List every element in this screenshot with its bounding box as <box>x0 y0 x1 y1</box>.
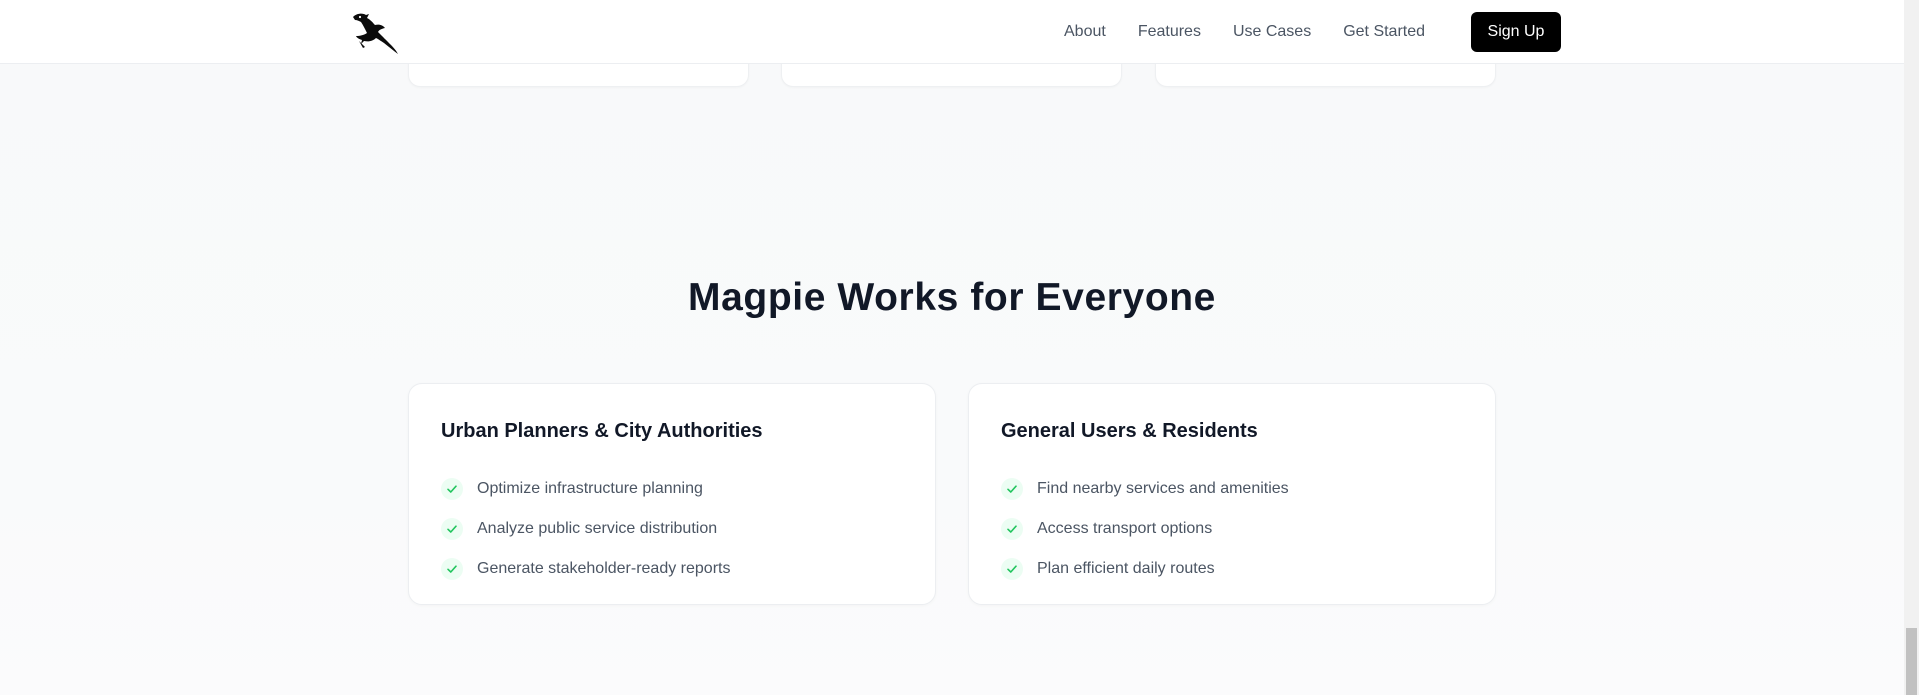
list-item: Find nearby services and amenities <box>1001 469 1289 509</box>
navbar: About Features Use Cases Get Started Sig… <box>0 0 1904 64</box>
audience-card-planners: Urban Planners & City Authorities Optimi… <box>408 383 936 605</box>
list-item-text: Plan efficient daily routes <box>1037 560 1215 577</box>
nav-link-get-started[interactable]: Get Started <box>1343 23 1425 41</box>
list-item-text: Find nearby services and amenities <box>1037 480 1289 497</box>
check-icon <box>1001 558 1023 580</box>
check-icon <box>1001 518 1023 540</box>
check-icon <box>441 518 463 540</box>
card-title: Urban Planners & City Authorities <box>441 420 763 442</box>
nav-link-use-cases[interactable]: Use Cases <box>1233 23 1311 41</box>
nav-links: About Features Use Cases Get Started <box>1064 0 1425 64</box>
list-item: Plan efficient daily routes <box>1001 549 1289 589</box>
scrollbar-thumb[interactable] <box>1906 628 1917 695</box>
list-item-text: Analyze public service distribution <box>477 520 718 537</box>
check-icon <box>441 558 463 580</box>
list-item-text: Optimize infrastructure planning <box>477 480 703 497</box>
section-title: Magpie Works for Everyone <box>688 276 1216 319</box>
list-item-text: Access transport options <box>1037 520 1213 537</box>
feature-list: Optimize infrastructure planning Analyze… <box>441 469 730 589</box>
check-icon <box>1001 478 1023 500</box>
vertical-scrollbar[interactable] <box>1904 0 1919 695</box>
page: About Features Use Cases Get Started Sig… <box>0 0 1904 695</box>
list-item: Access transport options <box>1001 509 1289 549</box>
sign-up-button[interactable]: Sign Up <box>1471 12 1561 52</box>
list-item: Analyze public service distribution <box>441 509 730 549</box>
feature-list: Find nearby services and amenities Acces… <box>1001 469 1289 589</box>
card-title: General Users & Residents <box>1001 420 1258 442</box>
list-item: Generate stakeholder-ready reports <box>441 549 730 589</box>
nav-link-features[interactable]: Features <box>1138 23 1201 41</box>
magpie-logo-icon[interactable] <box>351 11 401 55</box>
list-item-text: Generate stakeholder-ready reports <box>477 560 731 577</box>
check-icon <box>441 478 463 500</box>
nav-link-about[interactable]: About <box>1064 23 1106 41</box>
list-item: Optimize infrastructure planning <box>441 469 730 509</box>
audience-card-residents: General Users & Residents Find nearby se… <box>968 383 1496 605</box>
